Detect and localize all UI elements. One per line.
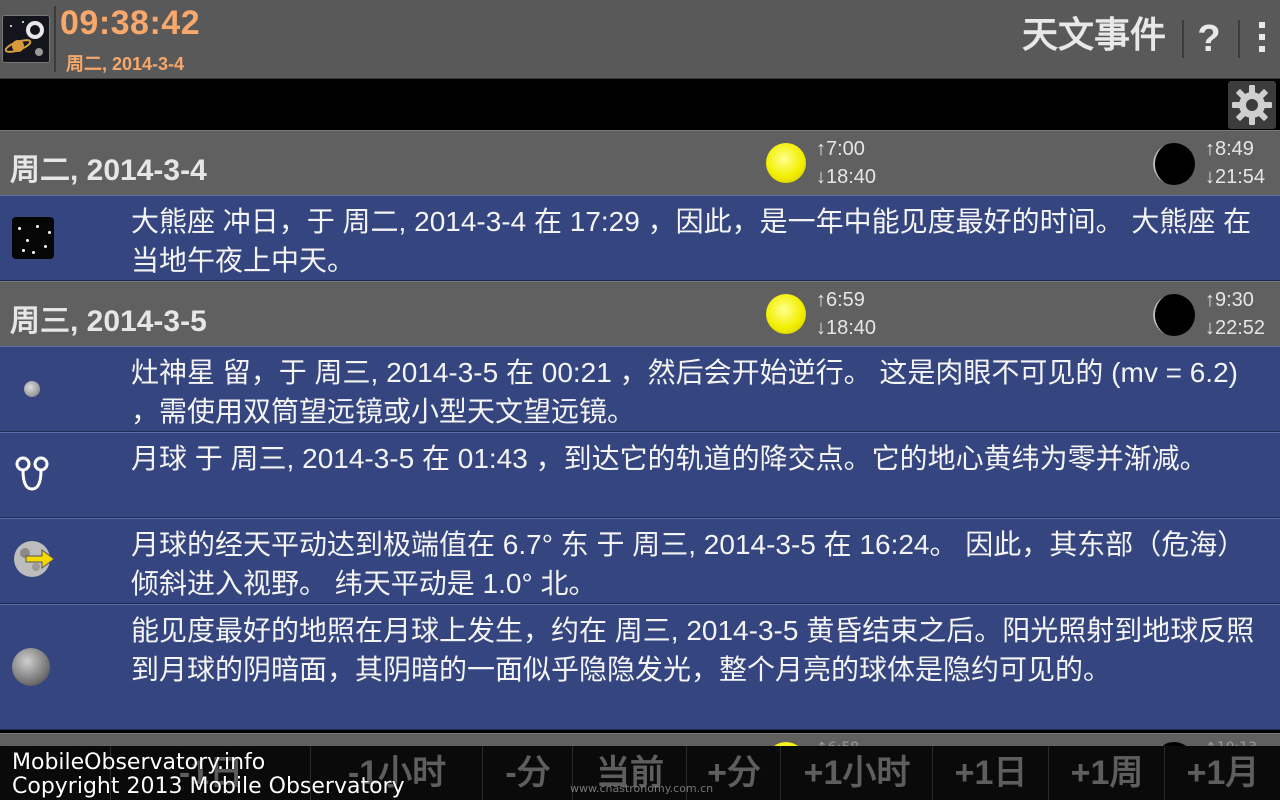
sunrise-time: ↑6:59 [816, 289, 865, 311]
list-item[interactable]: 月球的经天平动达到极端值在 6.7° 东 于 周三, 2014-3-5 在 16… [0, 518, 1280, 604]
event-text: 能见度最好的地照在月球上发生，约在 周三, 2014-3-5 黄昏结束之后。阳光… [131, 615, 1255, 685]
credit-copyright: Copyright 2013 Mobile Observatory [12, 774, 405, 799]
day-title: 周二, 2014-3-4 [10, 154, 207, 187]
event-text: 灶神星 留，于 周三, 2014-3-5 在 00:21 ，然后会开始逆行。 这… [131, 357, 1238, 427]
copyright-overlay: MobileObservatory.info Copyright 2013 Mo… [12, 751, 405, 799]
current-date: 周二, 2014-3-4 [66, 54, 185, 74]
title-separator [1182, 20, 1184, 58]
event-text: 大熊座 冲日，于 周二, 2014-3-4 在 17:29 ，因此，是一年中能见… [131, 206, 1252, 276]
event-text: 月球 于 周三, 2014-3-5 在 01:43 ，到达它的轨道的降交点。它的… [131, 443, 1208, 474]
moonset-time: ↓22:52 [1205, 317, 1266, 339]
overflow-menu-icon[interactable] [1252, 18, 1272, 62]
constellation-icon [12, 217, 54, 259]
plus-1-month-button[interactable]: +1月 [1164, 746, 1280, 800]
list-item[interactable]: 大熊座 冲日，于 周二, 2014-3-4 在 17:29 ，因此，是一年中能见… [0, 195, 1280, 281]
list-item[interactable]: 月球 于 周三, 2014-3-5 在 01:43 ，到达它的轨道的降交点。它的… [0, 432, 1280, 518]
top-separator [54, 6, 56, 72]
moon-icon [1153, 143, 1195, 185]
libration-icon [12, 539, 56, 583]
moonset-time: ↓21:54 [1205, 166, 1266, 188]
earthshine-icon [12, 648, 50, 686]
list-item[interactable]: 能见度最好的地照在月球上发生，约在 周三, 2014-3-5 黄昏结束之后。阳光… [0, 604, 1280, 730]
events-list[interactable]: 周二, 2014-3-4 ↑7:00 ↓18:40 ↑8:49 ↓21:54 大… [0, 130, 1280, 730]
day-title: 周三, 2014-3-5 [10, 305, 207, 338]
current-time: 09:38:42 [60, 4, 201, 42]
plus-1-week-button[interactable]: +1周 [1048, 746, 1165, 800]
moonrise-time: ↑8:49 [1205, 138, 1254, 160]
sunrise-time: ↑7:00 [816, 138, 865, 160]
descending-node-icon [12, 453, 52, 497]
plus-1-day-button[interactable]: +1日 [932, 746, 1049, 800]
event-text: 月球的经天平动达到极端值在 6.7° 东 于 周三, 2014-3-5 在 16… [131, 529, 1246, 599]
app-logo-icon[interactable] [2, 15, 50, 63]
settings-gear-icon[interactable] [1228, 81, 1276, 129]
credit-site: MobileObservatory.info [12, 750, 266, 775]
minus-minute-button[interactable]: -分 [482, 746, 573, 800]
moonrise-time: ↑9:30 [1205, 289, 1254, 311]
sun-icon [766, 294, 806, 334]
sunset-time: ↓18:40 [816, 317, 877, 339]
menu-separator [1238, 20, 1240, 58]
sun-times: ↑7:00 ↓18:40 [816, 135, 876, 191]
help-button[interactable]: ? [1194, 14, 1224, 64]
moon-icon [1153, 294, 1195, 336]
sun-times: ↑6:59 ↓18:40 [816, 286, 876, 342]
plus-1-hour-button[interactable]: +1小时 [780, 746, 933, 800]
day-header: 周二, 2014-3-4 ↑7:00 ↓18:40 ↑8:49 ↓21:54 [0, 130, 1280, 195]
list-item[interactable]: 灶神星 留，于 周三, 2014-3-5 在 00:21 ，然后会开始逆行。 这… [0, 346, 1280, 432]
sun-icon [766, 143, 806, 183]
moon-times: ↑8:49 ↓21:54 [1205, 135, 1265, 191]
page-title: 天文事件 [1021, 14, 1166, 55]
sunset-time: ↓18:40 [816, 166, 877, 188]
action-bar: 09:38:42 周二, 2014-3-4 天文事件 ? [0, 0, 1280, 79]
asteroid-icon [12, 381, 40, 397]
moon-times: ↑9:30 ↓22:52 [1205, 286, 1265, 342]
watermark: www.cnastronomy.com.cn [570, 782, 714, 795]
day-header: 周三, 2014-3-5 ↑6:59 ↓18:40 ↑9:30 ↓22:52 [0, 281, 1280, 346]
